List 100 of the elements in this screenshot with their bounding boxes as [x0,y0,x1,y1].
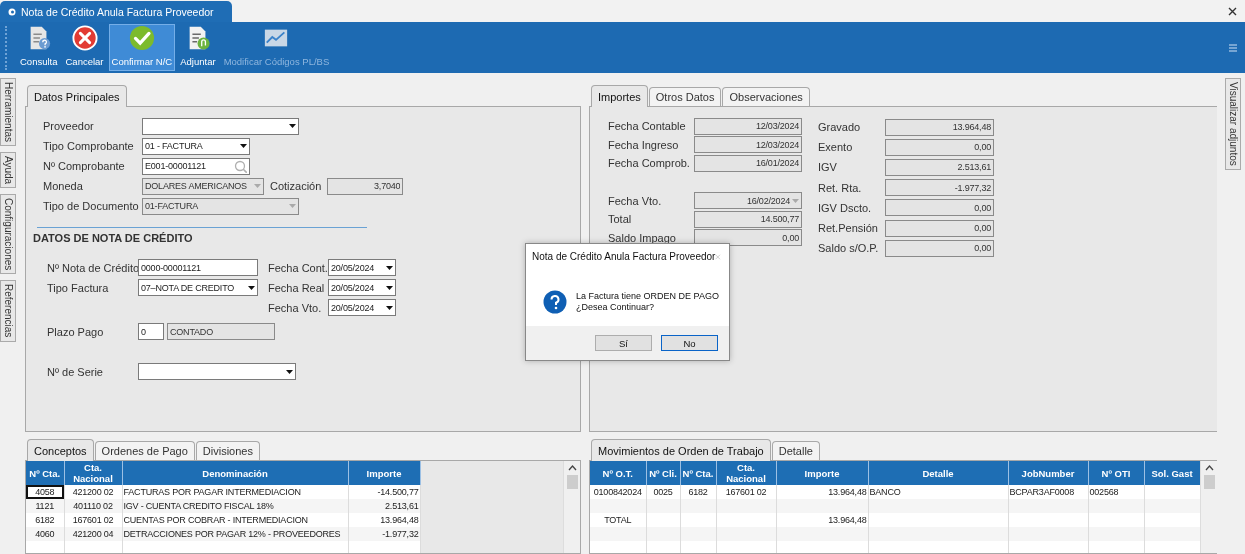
column-header[interactable]: Nº Cli. [646,461,680,485]
tab[interactable]: Otros Datos [648,87,722,106]
column-header[interactable]: Cta. Nacional [716,461,776,485]
dropdown-field[interactable]: 20/05/2024 [328,299,396,316]
table-cell: -1.977,32 [348,527,420,541]
field-label: Total [608,213,633,226]
table-cell: DETRACCIONES POR PAGAR 12% - PROVEEDORES [122,527,348,541]
caret-icon [792,198,799,203]
table-cell: IGV - CUENTA CREDITO FISCAL 18% [122,499,348,513]
field-label: Tipo de Documento [43,200,136,212]
column-header[interactable]: Nº Cta. [26,461,64,485]
field-label: Fecha Vto. [608,194,663,207]
column-header[interactable]: Nº Cta. [680,461,716,485]
caret-icon [286,369,293,374]
field-label: Plazo Pago [47,325,105,338]
dialog-title: Nota de Crédito Anula Factura Proveedor [532,251,716,262]
column-header[interactable]: Importe [348,461,420,485]
toolbar-button[interactable]: Confirmar N/C [108,24,176,71]
field-label: Nº de Serie [47,365,104,378]
app-icon [8,7,16,16]
dropdown-field[interactable]: 07–NOTA DE CREDITO [138,279,258,296]
dialog-button[interactable]: Sí [595,335,652,351]
field-label: Fecha Real [268,281,326,294]
toolbar-button[interactable]: Adjuntar [177,24,219,71]
caret-icon [386,285,393,290]
table-cell: 4058 [26,485,64,499]
caret-icon [254,184,261,188]
dropdown-field[interactable] [138,363,296,380]
column-header[interactable]: Importe [776,461,868,485]
tab[interactable]: Datos Principales [27,85,127,107]
dropdown-field[interactable] [142,117,299,135]
field-label: Moneda [43,180,84,192]
column-header[interactable]: Nº OTI [1088,461,1144,485]
field-label: Gravado [818,121,862,134]
caret-icon [240,144,247,148]
tab[interactable]: Movimientos de Orden de Trabajo [591,439,771,461]
tab[interactable]: Importes [591,85,648,107]
field-label: IGV Dscto. [818,201,873,214]
search-field[interactable]: E001-00001121 [142,157,250,175]
field-label: Proveedor [43,120,95,132]
field-label: Fecha Cont. [268,261,328,274]
scrollbar-thumb[interactable] [566,475,578,489]
table-cell: 1121 [26,499,64,513]
field-label: Fecha Contable [608,120,687,133]
field-label: Fecha Vto. [268,301,323,314]
tab[interactable]: Conceptos [27,439,94,461]
field-label: Fecha Ingreso [608,138,680,151]
table-cell: 4060 [26,527,64,541]
field-label: Tipo Factura [47,281,110,294]
menu-icon[interactable] [1229,44,1237,52]
field-label: Fecha Comprob. [608,157,691,170]
close-icon[interactable] [1228,6,1237,16]
caret-icon [289,124,296,128]
dropdown-field[interactable]: 20/05/2024 [328,279,396,296]
column-header[interactable]: Nº O.T. [590,461,646,485]
tab[interactable]: Ordenes de Pago [94,441,195,460]
side-tab[interactable]: Visualizar adjuntos [1225,78,1241,170]
field-label: Nº Comprobante [43,160,126,172]
side-tab[interactable]: Herramientas [0,78,16,147]
field-label: Saldo s/O.P. [818,242,880,255]
caret-icon [248,285,255,290]
dropdown-field[interactable]: 20/05/2024 [328,259,396,276]
side-tab[interactable]: Referencias [0,280,16,342]
scrollbar[interactable] [563,461,580,553]
column-header[interactable]: JobNumber [1008,461,1088,485]
text-field[interactable]: 0 [138,323,164,340]
field-label: Tipo Comprobante [43,140,135,152]
tab[interactable]: Detalle [771,441,820,460]
column-header[interactable]: Sol. Gast [1144,461,1200,485]
table-cell: 2.513,61 [348,499,420,513]
field-label: Cotización [270,180,322,192]
field-label: Ret.Pensión [818,222,879,235]
caret-icon [1204,465,1214,471]
field-label: Exento [818,141,854,154]
caret-icon [386,265,393,270]
window-title: Nota de Crédito Anula Factura Proveedor [21,5,214,18]
tab[interactable]: Observaciones [722,87,810,106]
caret-icon [386,305,393,310]
side-tab[interactable]: Ayuda [0,152,16,189]
side-tab[interactable]: Configuraciones [0,194,16,275]
section-heading: DATOS DE NOTA DE CRÉDITO [33,232,194,244]
dropdown-field[interactable]: 01 - FACTURA [142,137,250,155]
check-icon [127,25,156,51]
column-header[interactable]: Denominación [122,461,348,485]
column-header[interactable]: Detalle [868,461,1008,485]
table-cell: 421200 04 [64,527,122,541]
dialog-message: La Factura tiene ORDEN DE PAGO ¿Desea Continuar? [576,291,719,313]
caret-icon [289,204,296,208]
toolbar-button[interactable]: Consulta [17,24,61,71]
cancel-icon [70,25,99,51]
field-label: Saldo Impago [608,231,677,244]
column-header[interactable]: Cta. Nacional [64,461,122,485]
toolbar-button[interactable]: Cancelar [62,24,107,71]
scrollbar[interactable] [1200,461,1217,553]
tab[interactable]: Divisiones [195,441,260,460]
scrollbar-thumb[interactable] [1203,475,1215,489]
dialog-button[interactable]: No [661,335,718,351]
text-field[interactable]: 0000-00001121 [138,259,258,276]
field-label: Nº Nota de Crédito [47,261,138,274]
search-icon [234,159,247,173]
